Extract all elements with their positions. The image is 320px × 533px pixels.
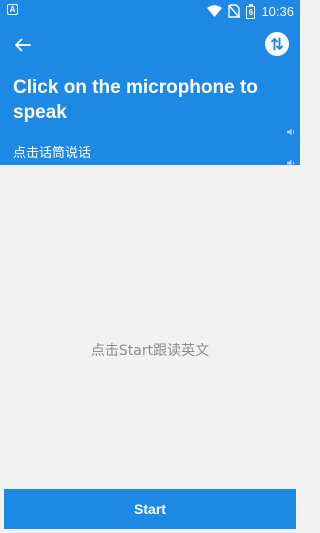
status-time: 10:36 [261,3,294,19]
content-area: 点击Start跟读英文 [0,165,300,489]
wifi-icon [207,5,223,17]
battery-level: 6 [248,7,254,17]
header: Click on the microphone to speak 点击话筒说话 [0,22,300,167]
start-button[interactable]: Start [4,489,296,529]
hint-text: 点击Start跟读英文 [90,343,210,359]
page-title: Click on the microphone to speak [13,77,258,123]
status-right: 6 10:36 [207,2,294,20]
speaker-button-title[interactable] [287,121,295,140]
battery-icon: 6 [246,3,256,19]
back-button[interactable] [10,34,36,56]
notification-a-icon: A [7,4,18,15]
subtitle: 点击话筒说话 [13,146,92,161]
swap-button[interactable] [265,32,289,56]
status-bar: A 6 10:36 [0,0,300,22]
back-arrow-icon [15,38,31,52]
speaker-icon [287,128,295,136]
no-sim-icon [228,4,241,18]
status-left: A [7,4,18,15]
swap-vertical-icon [271,37,283,51]
